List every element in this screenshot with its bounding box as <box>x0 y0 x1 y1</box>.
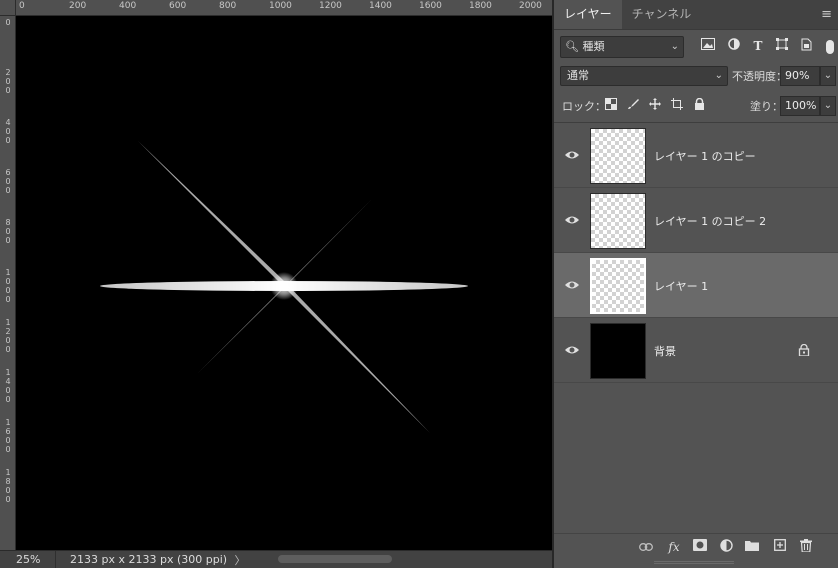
ruler-top-label: 1000 <box>269 1 292 11</box>
layer-row-selected[interactable]: レイヤー 1 <box>554 253 838 318</box>
ruler-left-label: 1600 <box>5 418 11 454</box>
blend-row: 通常 ⌄ 不透明度： 90% ⌄ <box>554 66 838 86</box>
lock-transparent-pixels-icon[interactable] <box>604 98 618 112</box>
ruler-top-label: 2000 <box>519 1 542 11</box>
search-icon: 🔍︎ <box>565 40 579 53</box>
panel-bottom-toolbar: fx <box>554 533 838 559</box>
mask-icon[interactable] <box>692 539 708 555</box>
ruler-left-label: 1000 <box>5 268 11 304</box>
ruler-top-label: 200 <box>69 1 87 11</box>
filter-toggle[interactable] <box>826 40 834 54</box>
ruler-top-label: 600 <box>169 1 187 11</box>
ruler-left-label: 200 <box>5 68 11 95</box>
ruler-top-label: 1800 <box>469 1 492 11</box>
opacity-input[interactable]: 90% <box>780 66 820 86</box>
blend-mode-select[interactable]: 通常 ⌄ <box>560 66 728 86</box>
fx-icon[interactable]: fx <box>666 539 682 555</box>
document-canvas[interactable] <box>16 16 552 550</box>
layer-lock-icon[interactable] <box>798 344 810 356</box>
ruler-top-label: 1600 <box>419 1 442 11</box>
lock-all-icon[interactable] <box>692 97 706 112</box>
ruler-left-label: 1400 <box>5 368 11 404</box>
shape-filter-icon[interactable] <box>774 38 790 54</box>
layer-name[interactable]: 背景 <box>654 343 676 359</box>
new-layer-icon[interactable] <box>772 539 788 555</box>
smart-object-filter-icon[interactable] <box>798 38 814 54</box>
filter-kind-label: 種類 <box>582 40 605 53</box>
ruler-left-label: 0 <box>5 18 11 27</box>
ruler-top-label: 0 <box>19 1 25 11</box>
layer-name[interactable]: レイヤー 1 のコピー 2 <box>654 213 766 229</box>
layer-filter-row: 🔍︎ 種類 ⌄ T <box>554 36 838 58</box>
ruler-left[interactable]: 0 200 400 600 800 1000 1200 1400 1600 1800 <box>0 16 16 550</box>
adjustment-icon[interactable] <box>718 539 734 555</box>
starburst-artwork <box>100 141 468 433</box>
center-glow <box>270 272 298 300</box>
image-filter-icon[interactable] <box>700 38 716 54</box>
ruler-top-label: 400 <box>119 1 137 11</box>
zoom-level[interactable]: 25% <box>0 550 56 568</box>
fill-dropdown[interactable]: ⌄ <box>820 96 836 116</box>
layer-row[interactable]: レイヤー 1 のコピー 2 <box>554 188 838 253</box>
layer-thumbnail[interactable] <box>590 193 646 249</box>
lock-label: ロック： <box>562 100 606 113</box>
layer-row[interactable]: 背景 <box>554 318 838 383</box>
visibility-eye-icon[interactable] <box>564 343 580 357</box>
panel-tab-bar: レイヤー チャンネル ≡ <box>554 0 838 30</box>
layers-panel: レイヤー チャンネル ≡ 🔍︎ 種類 ⌄ T 通常 ⌄ 不透明度： 90% ⌄ … <box>552 0 838 568</box>
ruler-top-label: 800 <box>219 1 237 11</box>
link-icon[interactable] <box>638 539 654 555</box>
adjustment-filter-icon[interactable] <box>726 38 742 54</box>
opacity-label: 不透明度： <box>732 70 787 83</box>
visibility-eye-icon[interactable] <box>564 213 580 227</box>
visibility-eye-icon[interactable] <box>564 278 580 292</box>
ruler-top[interactable]: 0 200 400 600 800 1000 1200 1400 1600 1800 2000 <box>0 0 552 16</box>
layer-filter-select[interactable]: 🔍︎ 種類 ⌄ <box>560 36 684 58</box>
lock-position-icon[interactable] <box>648 98 662 112</box>
type-filter-icon[interactable]: T <box>750 38 766 54</box>
folder-icon[interactable] <box>744 539 760 555</box>
status-menu-arrow[interactable]: 〉 <box>228 552 252 568</box>
blend-mode-value: 通常 <box>567 69 589 82</box>
ruler-left-label: 800 <box>5 218 11 245</box>
chevron-down-icon: ⌄ <box>670 41 679 52</box>
ruler-left-label: 1200 <box>5 318 11 354</box>
photoshop-window: 0 200 400 600 800 1000 1200 1400 1600 1800 2000 0 2… <box>0 0 838 568</box>
layer-list: レイヤー 1 のコピー レイヤー 1 のコピー 2 レイヤー 1 背景 <box>554 122 838 383</box>
trash-icon[interactable] <box>798 539 814 555</box>
tab-layers[interactable]: レイヤー <box>554 0 622 29</box>
ruler-left-label: 600 <box>5 168 11 195</box>
opacity-dropdown[interactable]: ⌄ <box>820 66 836 86</box>
document-info: 2133 px x 2133 px (300 ppi) <box>70 553 228 566</box>
lock-image-pixels-icon[interactable] <box>626 98 640 112</box>
status-bar: 25% 2133 px x 2133 px (300 ppi) 〉 <box>0 550 552 568</box>
panel-resize-grip[interactable] <box>654 561 734 564</box>
layer-name[interactable]: レイヤー 1 <box>654 278 708 294</box>
panel-menu-icon[interactable]: ≡ <box>821 7 832 22</box>
ruler-top-label: 1200 <box>319 1 342 11</box>
ruler-left-label: 1800 <box>5 468 11 504</box>
ruler-left-label: 400 <box>5 118 11 145</box>
horizontal-scrollbar[interactable] <box>278 555 392 563</box>
chevron-down-icon: ⌄ <box>714 70 723 81</box>
ruler-top-label: 1400 <box>369 1 392 11</box>
fill-input[interactable]: 100% <box>780 96 820 116</box>
lock-artboard-icon[interactable] <box>670 98 684 112</box>
layer-thumbnail[interactable] <box>590 323 646 379</box>
lock-row: ロック： 塗り： 100% ⌄ <box>554 96 838 116</box>
tab-channels[interactable]: チャンネル <box>622 0 702 29</box>
layer-thumbnail[interactable] <box>590 128 646 184</box>
visibility-eye-icon[interactable] <box>564 148 580 162</box>
layer-thumbnail[interactable] <box>590 258 646 314</box>
fill-label: 塗り： <box>750 100 783 113</box>
ruler-corner[interactable] <box>0 0 16 16</box>
layer-row[interactable]: レイヤー 1 のコピー <box>554 123 838 188</box>
layer-name[interactable]: レイヤー 1 のコピー <box>654 148 756 164</box>
